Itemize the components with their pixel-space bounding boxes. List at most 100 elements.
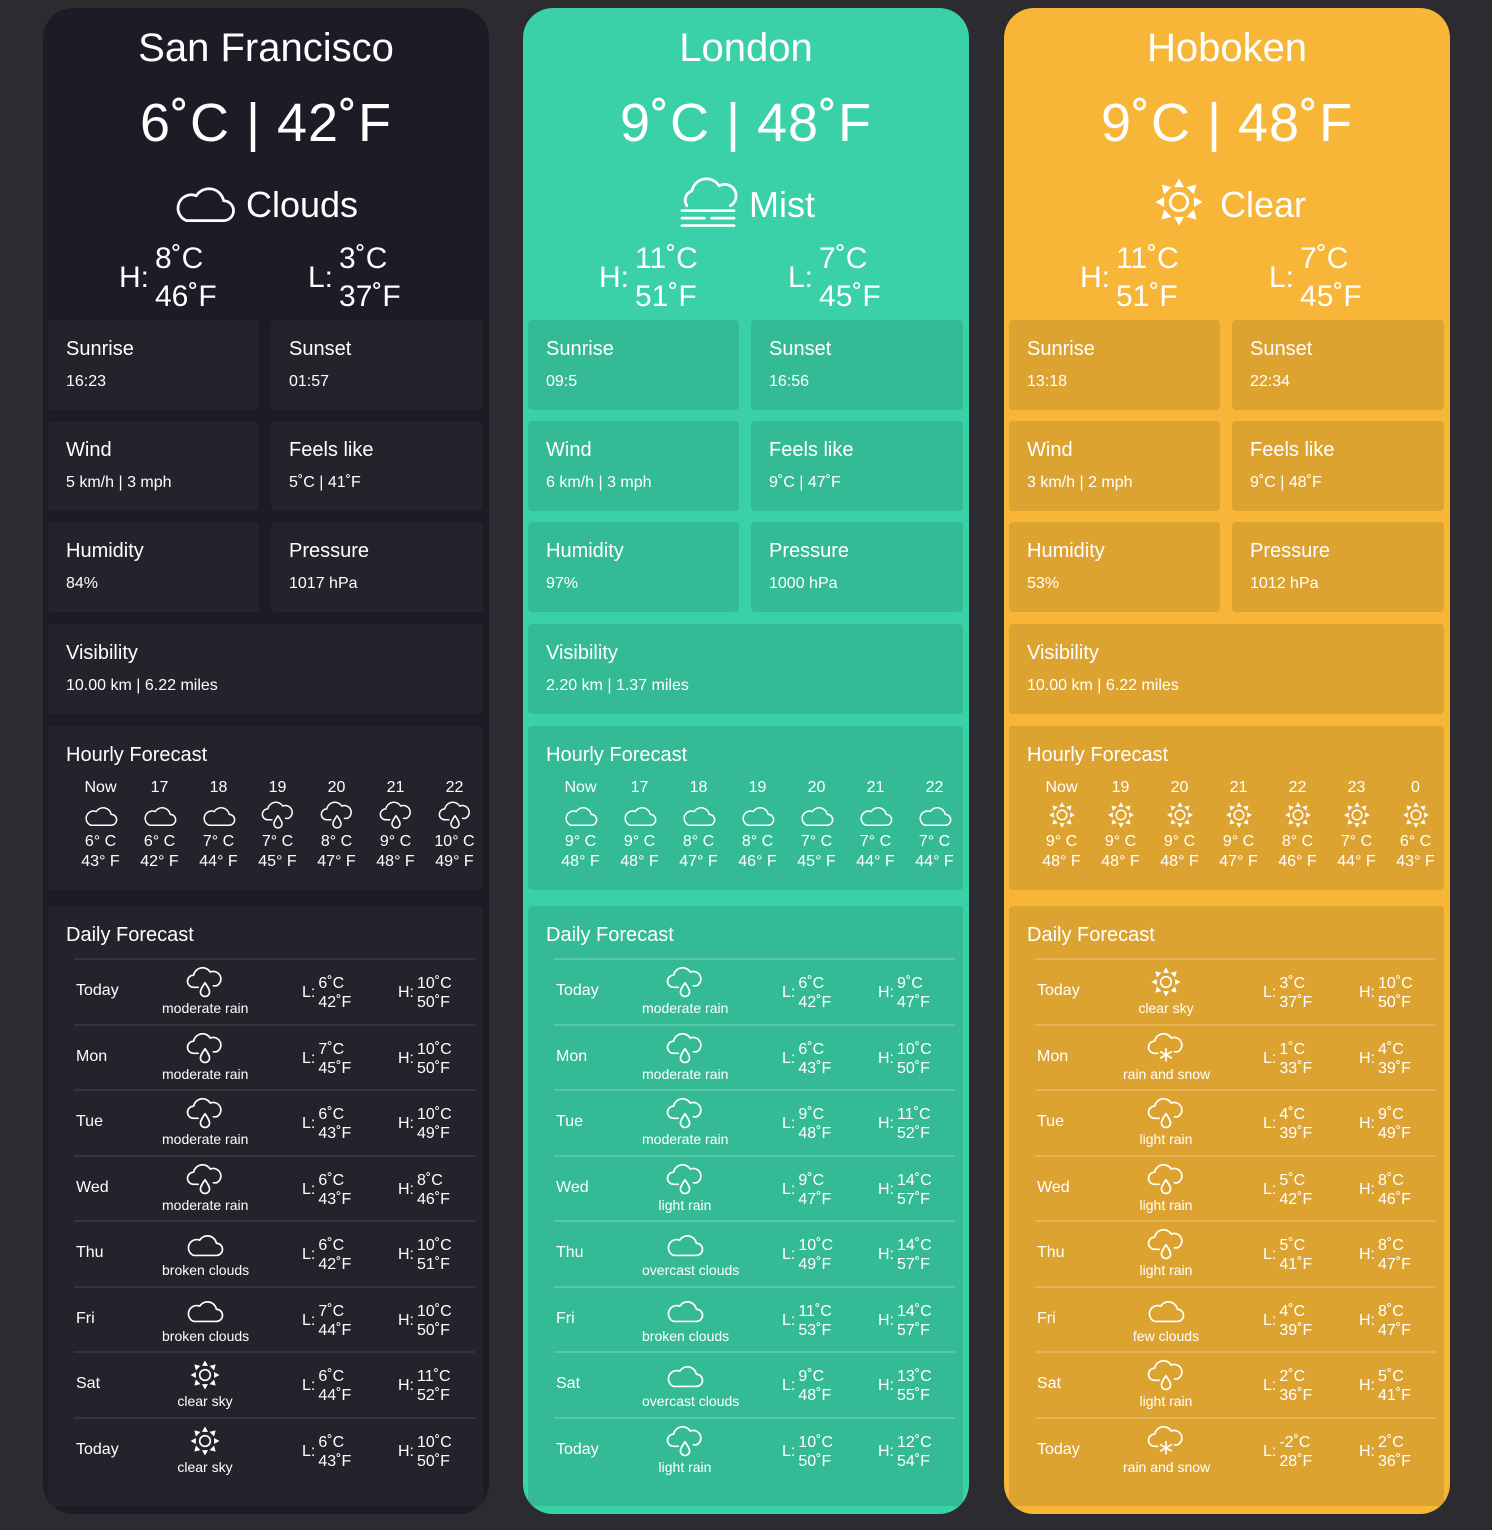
daily-forecast[interactable]: Daily Forecast Today clear sky L: 3˚C 37˚F H:…	[1009, 906, 1444, 1506]
low-celsius: 1˚C	[1279, 1040, 1306, 1058]
hourly-item: 0 6° C 43° F	[1386, 778, 1444, 872]
high-label: H:	[878, 1311, 894, 1329]
day-name: Mon	[76, 1047, 108, 1065]
day-description: clear sky	[177, 1393, 233, 1409]
day-condition: overcast clouds	[642, 1359, 739, 1409]
day-condition: moderate rain	[162, 1163, 248, 1213]
high-label: H:	[398, 1180, 414, 1198]
high-celsius: 10˚C	[417, 1040, 452, 1058]
low-celsius: 2˚C	[1279, 1368, 1306, 1385]
tile-title: Pressure	[1250, 540, 1331, 562]
day-high: H: 4˚C 39˚F	[1359, 1040, 1411, 1078]
low-label: L:	[302, 1115, 316, 1132]
day-low: L: 4˚C 39˚F	[1263, 1105, 1312, 1143]
rain-icon	[186, 1032, 222, 1063]
day-condition: light rain	[1123, 1163, 1209, 1213]
high-celsius: 13˚C	[897, 1368, 932, 1385]
day-name: Today	[76, 1440, 119, 1458]
low-label: L:	[1263, 1180, 1277, 1198]
low-label: L:	[302, 984, 316, 1001]
hour-time: 22	[925, 779, 944, 796]
sunset-tile: Sunset 22:34	[1232, 320, 1444, 410]
condition-label: Clouds	[245, 183, 359, 225]
daily-row: Sat overcast clouds L: 9˚C 48˚F H: 13˚C 55˚F	[554, 1351, 955, 1417]
day-description: broken clouds	[162, 1327, 250, 1344]
tile-title: Feels like	[1250, 439, 1335, 461]
day-low: L: 3˚C 37˚F	[1263, 974, 1312, 1012]
wind-tile: Wind 5 km/h | 3 mph	[48, 421, 259, 511]
hour-time: 19	[268, 779, 287, 796]
day-high: H: 8˚C 46˚F	[398, 1171, 450, 1209]
high-fahrenheit: 57˚F	[897, 1321, 930, 1339]
low-celsius: 7˚C	[318, 1040, 345, 1058]
hourly-forecast[interactable]: Hourly Forecast Now 6° C 43° F 17 6° C 42° F1…	[48, 726, 483, 890]
tile-value: 10.00 km | 6.22 miles	[66, 677, 218, 694]
high-label: H:	[878, 984, 894, 1001]
high-fahrenheit: 51˚F	[635, 280, 697, 313]
condition-icon	[677, 174, 739, 235]
tile-title: Sunrise	[66, 338, 134, 360]
day-condition: few clouds	[1123, 1294, 1209, 1344]
low-label: L:	[302, 1246, 316, 1263]
day-name: Mon	[1037, 1047, 1069, 1065]
high-label: H:	[1359, 984, 1375, 1001]
daily-forecast[interactable]: Daily Forecast Today moderate rain L: 6˚C 42…	[48, 906, 483, 1506]
day-low: L: 6˚C 42˚F	[302, 974, 351, 1012]
daily-forecast[interactable]: Daily Forecast Today moderate rain L: 6˚C 42…	[528, 906, 963, 1506]
high-fahrenheit: 52˚F	[897, 1125, 930, 1142]
low-celsius: 10˚C	[798, 1237, 834, 1254]
low-celsius: 6˚C	[798, 975, 825, 992]
high-celsius: 10˚C	[417, 975, 452, 992]
high-fahrenheit: 36˚F	[1378, 1452, 1411, 1470]
wind-tile: Wind 6 km/h | 3 mph	[528, 421, 739, 511]
current-condition: Clouds	[43, 174, 489, 235]
day-low: L: 9˚C 48˚F	[782, 1367, 831, 1405]
tile-value: 2.20 km | 1.37 miles	[546, 677, 689, 694]
hour-celsius: 6° C	[1399, 833, 1432, 850]
day-name: Wed	[76, 1178, 109, 1196]
tile-value: 09:5	[546, 373, 578, 390]
high-fahrenheit: 51˚F	[1116, 280, 1178, 313]
tile-title: Sunset	[1250, 338, 1313, 360]
daily-row: Today clear sky L: 3˚C 37˚F H: 10˚C 50˚F	[1035, 958, 1436, 1024]
tile-title: Sunrise	[1027, 338, 1095, 360]
rain-icon	[261, 801, 293, 829]
low-fahrenheit: 37˚F	[1279, 994, 1313, 1011]
low-fahrenheit: 36˚F	[1279, 1387, 1313, 1404]
daily-row: Wed light rain L: 9˚C 47˚F H: 14˚C 57˚F	[554, 1154, 955, 1221]
high-label: H:	[398, 1311, 414, 1329]
low-celsius: 7˚C	[318, 1302, 345, 1320]
hourly-item: 22 10° C 49° F	[425, 778, 483, 872]
tile-value: 13:18	[1027, 373, 1068, 390]
hour-fahrenheit: 44° F	[199, 853, 238, 870]
day-high: H: 14˚C 57˚F	[878, 1236, 932, 1274]
high-label: H:	[878, 1049, 894, 1067]
day-high: H: 11˚C 52˚F	[878, 1105, 931, 1143]
day-condition: clear sky	[1123, 966, 1209, 1016]
low-celsius: 3˚C	[1279, 975, 1306, 992]
rain-icon	[1147, 1228, 1183, 1260]
daily-forecast-title: Daily Forecast	[546, 924, 674, 946]
hour-fahrenheit: 47° F	[317, 853, 356, 870]
high-celsius: 12˚C	[897, 1433, 932, 1451]
hour-fahrenheit: 46° F	[1278, 853, 1317, 870]
high-label: H:	[1359, 1377, 1375, 1394]
current-condition: Mist	[523, 174, 969, 235]
day-description: clear sky	[1138, 1000, 1194, 1016]
condition-icon	[174, 174, 236, 235]
high-fahrenheit: 50˚F	[417, 1059, 450, 1077]
city-card: Hoboken 9˚C | 48˚F Clear H: 11˚C 51˚F L: …	[1004, 8, 1450, 1514]
tile-value: 5 km/h | 3 mph	[66, 474, 172, 491]
hourly-forecast[interactable]: Hourly Forecast Now 9° C 48° F 17 9° C 48° F1…	[528, 726, 963, 890]
day-high: H: 5˚C 41˚F	[1359, 1367, 1411, 1405]
hourly-forecast[interactable]: Hourly Forecast Now 9° C 48° F 19 9° C 48° F2…	[1009, 726, 1444, 890]
low-fahrenheit: 41˚F	[1279, 1256, 1313, 1273]
hourly-item: 21 7° C 44° F	[846, 778, 905, 872]
day-condition: rain and snow	[1123, 1425, 1210, 1475]
hourly-item: 21 9° C 47° F	[1209, 778, 1268, 872]
rain-icon	[1147, 1359, 1183, 1391]
day-condition: moderate rain	[162, 1097, 248, 1147]
day-high: H: 8˚C 47˚F	[1359, 1302, 1411, 1340]
day-name: Wed	[556, 1178, 589, 1196]
high-fahrenheit: 47˚F	[1378, 1256, 1411, 1273]
